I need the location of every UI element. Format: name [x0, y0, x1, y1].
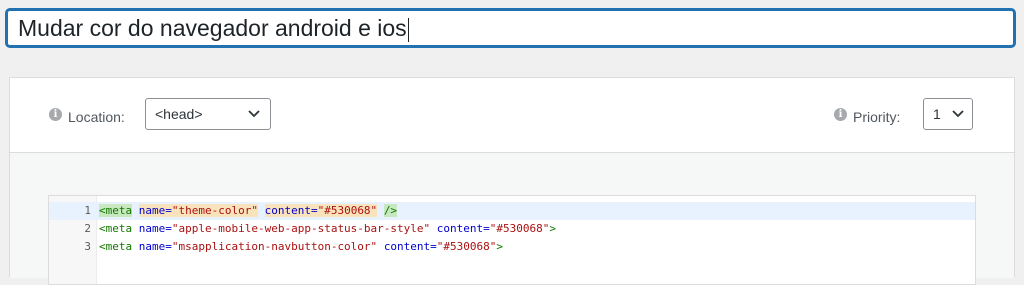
code-token-string: "theme-color" — [171, 204, 258, 217]
code-line[interactable]: 1 <meta name="theme-color" content="#530… — [49, 202, 975, 220]
line-number: 2 — [84, 222, 91, 235]
code-token-attr: content= — [264, 204, 318, 217]
post-title-text: Mudar cor do navegador android e ios — [18, 15, 407, 41]
code-editor[interactable]: 1 <meta name="theme-color" content="#530… — [48, 195, 976, 285]
post-title-input[interactable]: Mudar cor do navegador android e ios — [6, 9, 1015, 47]
code-token-tag: > — [496, 240, 504, 253]
code-line[interactable]: 3 <meta name="msapplication-navbutton-co… — [49, 238, 975, 256]
location-info-icon[interactable]: i — [49, 108, 62, 121]
line-number: 1 — [84, 204, 91, 217]
code-token-tag: <meta — [99, 204, 133, 217]
chevron-down-icon — [952, 110, 964, 118]
code-token-string: "#530068" — [317, 204, 378, 217]
code-token-string: "apple-mobile-web-app-status-bar-style" — [171, 222, 431, 235]
priority-label: Priority: — [853, 109, 901, 125]
code-token-tag: <meta — [99, 222, 133, 235]
chevron-down-icon — [248, 110, 260, 118]
priority-select[interactable]: 1 — [923, 98, 973, 130]
location-select[interactable]: <head> — [145, 98, 271, 130]
priority-info-icon[interactable]: i — [834, 108, 847, 121]
code-token-string: "#530068" — [489, 222, 550, 235]
code-token-attr: name= — [138, 204, 172, 217]
code-token-tag: <meta — [99, 240, 133, 253]
code-token-string: "msapplication-navbutton-color" — [171, 240, 378, 253]
line-number: 3 — [84, 240, 91, 253]
code-token-attr: content= — [383, 240, 437, 253]
code-token-tag: > — [549, 222, 556, 235]
snippet-settings-bar: i Location: <head> i Priority: 1 — [10, 78, 1014, 153]
location-select-value: <head> — [155, 106, 203, 122]
code-token-attr: name= — [138, 240, 172, 253]
code-line[interactable]: 2 <meta name="apple-mobile-web-app-statu… — [49, 220, 975, 238]
code-token-string: "#530068" — [436, 240, 497, 253]
code-token-attr: content= — [436, 222, 490, 235]
code-snippet-panel: i Location: <head> i Priority: 1 1 <meta… — [9, 77, 1015, 285]
code-token-attr: name= — [138, 222, 172, 235]
location-label: Location: — [68, 109, 125, 125]
priority-select-value: 1 — [933, 106, 941, 122]
code-token-tag: /> — [383, 204, 398, 217]
